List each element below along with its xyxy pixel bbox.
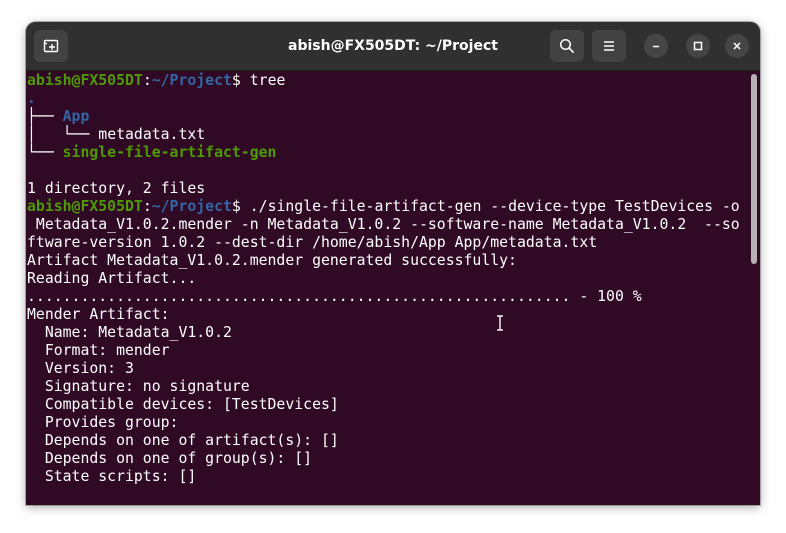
prompt-path: ~/Project	[151, 198, 232, 215]
maximize-button[interactable]	[686, 34, 710, 58]
output-line: Depends on one of artifact(s): []	[27, 432, 339, 449]
tree-file-metadata: metadata.txt	[98, 126, 206, 143]
output-line: Artifact Metadata_V1.0.2.mender generate…	[27, 252, 517, 269]
prompt-separator: :	[142, 72, 152, 89]
output-line: 1 directory, 2 files	[27, 180, 206, 197]
scrollbar-thumb[interactable]	[751, 74, 757, 264]
output-line: Signature: no signature	[27, 378, 250, 395]
prompt-symbol: $	[231, 72, 250, 89]
search-icon	[559, 38, 574, 53]
output-line: Reading Artifact...	[27, 270, 197, 287]
tree-line: .	[27, 90, 747, 108]
output-line: Provides group:	[27, 414, 179, 431]
menu-button[interactable]	[592, 30, 626, 62]
prompt-user: abish@FX505DT	[27, 198, 143, 215]
tree-branch: ├──	[27, 108, 63, 125]
command-text: tree	[249, 72, 286, 89]
command-text: ./single-file-artifact-gen --device-type…	[249, 198, 740, 215]
output-line: State scripts: []	[27, 468, 197, 485]
tree-dir-app: App	[62, 108, 90, 125]
prompt-separator: :	[142, 198, 152, 215]
minimize-icon	[653, 45, 659, 48]
new-tab-button[interactable]	[34, 30, 68, 62]
prompt-line: abish@FX505DT:~/Project$ tree	[27, 72, 747, 90]
title-bar[interactable]: abish@FX505DT: ~/Project	[26, 22, 760, 71]
text-cursor-icon	[497, 315, 503, 331]
prompt-user: abish@FX505DT	[27, 72, 143, 89]
tree-branch: └──	[27, 144, 63, 161]
maximize-icon	[693, 41, 703, 51]
output-line: Version: 3	[27, 360, 134, 377]
hamburger-menu-icon	[604, 41, 614, 51]
output-line: Name: Metadata_V1.0.2	[27, 324, 232, 341]
terminal-window: abish@FX505DT: ~/Project abish@FX505DT:~…	[26, 22, 760, 505]
command-wrap-line: Metadata_V1.0.2.mender -n Metadata_V1.0.…	[27, 216, 740, 233]
output-line: Format: mender	[27, 342, 170, 359]
tree-line: ├── App	[27, 108, 747, 126]
command-wrap-line: ftware-version 1.0.2 --dest-dir /home/ab…	[27, 234, 598, 251]
close-button[interactable]	[725, 34, 749, 58]
tree-line: └── single-file-artifact-gen	[27, 144, 747, 162]
minimize-button[interactable]	[644, 34, 668, 58]
window-title: abish@FX505DT: ~/Project	[288, 38, 498, 54]
tree-root: .	[27, 90, 36, 107]
new-tab-icon	[43, 39, 59, 53]
prompt-line: abish@FX505DT:~/Project$ ./single-file-a…	[27, 198, 747, 216]
prompt-path: ~/Project	[151, 72, 232, 89]
terminal-output[interactable]: abish@FX505DT:~/Project$ tree . ├── App …	[27, 72, 747, 505]
output-line: Compatible devices: [TestDevices]	[27, 396, 339, 413]
tree-exe-generator: single-file-artifact-gen	[62, 144, 277, 161]
prompt-symbol: $	[231, 198, 250, 215]
close-icon	[733, 42, 741, 50]
output-line: Depends on one of group(s): []	[27, 450, 313, 467]
tree-branch: │ └──	[27, 126, 99, 143]
tree-line: │ └── metadata.txt	[27, 126, 747, 144]
search-button[interactable]	[550, 30, 584, 62]
output-line: Mender Artifact:	[27, 306, 170, 323]
progress-line: ........................................…	[27, 288, 642, 305]
